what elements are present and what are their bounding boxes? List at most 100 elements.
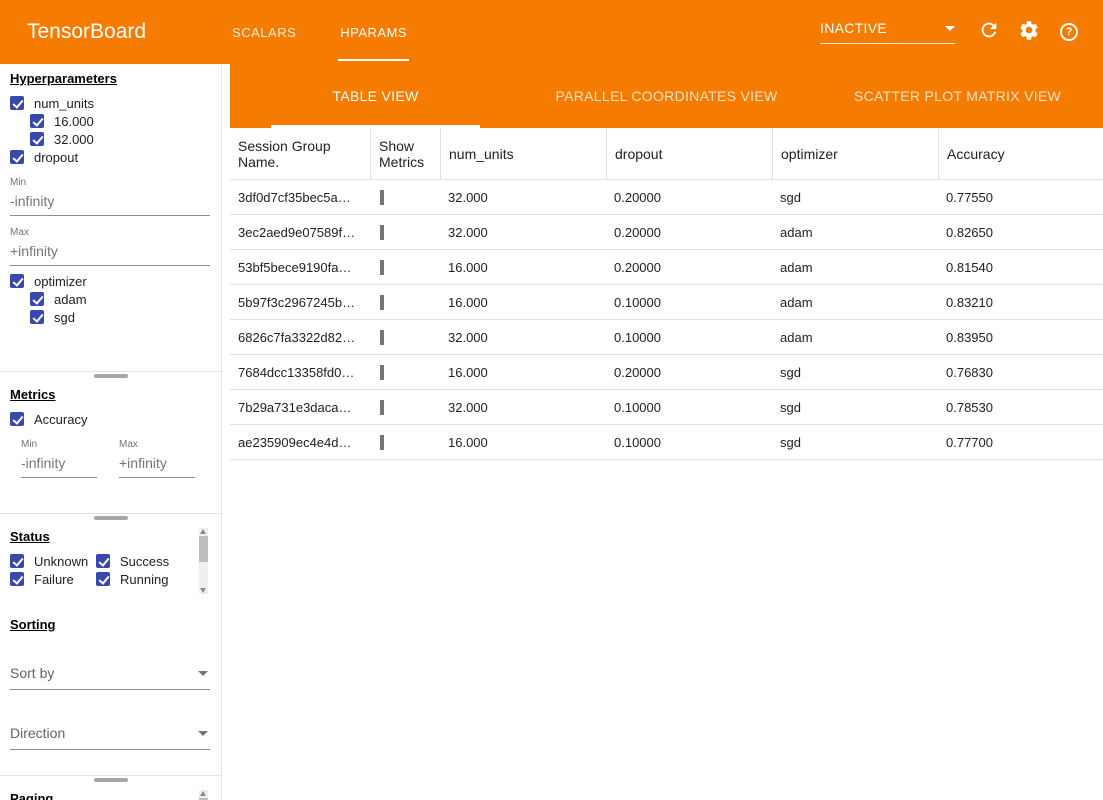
view-tabs: TABLE VIEW PARALLEL COORDINATES VIEW SCA… [230, 64, 1103, 128]
gear-icon [1018, 19, 1040, 46]
run-status-dropdown[interactable]: INACTIVE [820, 20, 955, 44]
scrollbar-thumb[interactable] [199, 536, 208, 562]
direction-select[interactable]: Direction [10, 718, 210, 750]
direction-value: Direction [10, 725, 65, 741]
show-metrics-checkbox[interactable] [380, 365, 384, 380]
dropout-min-input[interactable] [10, 188, 210, 216]
checkbox-label: optimizer [34, 274, 87, 289]
col-header-num-units[interactable]: num_units [440, 128, 606, 179]
scroll-up-icon[interactable] [200, 529, 206, 534]
checkbox-checked-icon[interactable] [10, 274, 24, 288]
help-button[interactable]: ? [1049, 12, 1089, 52]
status-options: Unknown Success Failure Running [10, 552, 209, 588]
checkbox-label: Success [120, 554, 169, 569]
settings-button[interactable] [1009, 12, 1049, 52]
tab-scalars[interactable]: SCALARS [210, 0, 318, 64]
checkbox-checked-icon[interactable] [10, 554, 24, 568]
dropout-max-input[interactable] [10, 238, 210, 266]
show-metrics-checkbox[interactable] [380, 190, 384, 205]
hparam-optimizer-option-adam[interactable]: adam [30, 290, 209, 308]
tab-hparams[interactable]: HPARAMS [318, 0, 429, 64]
section-resize-handle[interactable] [0, 775, 221, 784]
table-row: 7684dcc13358fd0… 16.000 0.20000 sgd 0.76… [230, 355, 1103, 390]
metric-accuracy[interactable]: Accuracy [10, 410, 209, 428]
checkbox-checked-icon[interactable] [10, 96, 24, 110]
section-resize-handle[interactable] [0, 371, 221, 380]
col-header-session-group-name[interactable]: Session Group Name. [230, 128, 370, 179]
checkbox-checked-icon[interactable] [10, 412, 24, 426]
reload-button[interactable] [969, 12, 1009, 52]
scroll-down-icon[interactable] [200, 588, 206, 593]
paging-heading: Paging [10, 791, 209, 800]
sort-by-value: Sort by [10, 665, 54, 681]
chevron-down-icon [198, 731, 208, 736]
dropout-cell: 0.20000 [606, 260, 772, 275]
dropout-cell: 0.10000 [606, 435, 772, 450]
section-resize-handle[interactable] [0, 513, 221, 522]
num-units-cell: 32.000 [440, 225, 606, 240]
checkbox-checked-icon[interactable] [96, 554, 110, 568]
hparam-num-units-option-16[interactable]: 16.000 [30, 112, 209, 130]
drag-handle-icon [94, 374, 128, 378]
show-metrics-checkbox[interactable] [380, 260, 384, 275]
session-groups-table: Session Group Name. Show Metrics num_uni… [230, 128, 1103, 800]
checkbox-checked-icon[interactable] [30, 132, 44, 146]
drag-handle-icon [94, 516, 128, 520]
paging-section: Paging Number of matching session groups… [0, 784, 221, 800]
status-success[interactable]: Success [96, 552, 192, 570]
table-row: 6826c7fa3322d82… 32.000 0.10000 adam 0.8… [230, 320, 1103, 355]
hparam-optimizer[interactable]: optimizer [10, 272, 209, 290]
status-failure[interactable]: Failure [10, 570, 96, 588]
metric-max-input[interactable] [119, 450, 195, 478]
checkbox-checked-icon[interactable] [30, 292, 44, 306]
accuracy-cell: 0.77550 [938, 190, 1103, 205]
checkbox-checked-icon[interactable] [30, 310, 44, 324]
tab-scatter-plot-matrix-view[interactable]: SCATTER PLOT MATRIX VIEW [812, 64, 1103, 128]
col-header-dropout[interactable]: dropout [606, 128, 772, 179]
dropout-cell: 0.10000 [606, 330, 772, 345]
show-metrics-checkbox[interactable] [380, 435, 384, 450]
tab-parallel-coordinates-view[interactable]: PARALLEL COORDINATES VIEW [521, 64, 812, 128]
scroll-up-icon[interactable] [200, 791, 206, 796]
checkbox-checked-icon[interactable] [96, 572, 110, 586]
checkbox-checked-icon[interactable] [30, 114, 44, 128]
app-title: TensorBoard [27, 20, 146, 44]
checkbox-label: adam [54, 292, 87, 307]
checkbox-label: dropout [34, 150, 78, 165]
status-unknown[interactable]: Unknown [10, 552, 96, 570]
hparam-optimizer-option-sgd[interactable]: sgd [30, 308, 209, 326]
hparam-num-units-option-32[interactable]: 32.000 [30, 130, 209, 148]
show-metrics-checkbox[interactable] [380, 400, 384, 415]
col-header-optimizer[interactable]: optimizer [772, 128, 938, 179]
col-header-accuracy[interactable]: Accuracy [938, 128, 1103, 179]
show-metrics-checkbox[interactable] [380, 225, 384, 240]
status-running[interactable]: Running [96, 570, 192, 588]
tab-table-view[interactable]: TABLE VIEW [230, 64, 521, 128]
session-group-name-cell: 3df0d7cf35bec5a… [230, 190, 370, 205]
checkbox-checked-icon[interactable] [10, 150, 24, 164]
checkbox-label: Running [120, 572, 168, 587]
dropout-cell: 0.10000 [606, 400, 772, 415]
show-metrics-checkbox[interactable] [380, 295, 384, 310]
hparam-num-units[interactable]: num_units [10, 94, 209, 112]
sort-by-select[interactable]: Sort by [10, 658, 210, 690]
table-row: 3ec2aed9e07589f… 32.000 0.20000 adam 0.8… [230, 215, 1103, 250]
metric-max-wrap: Max [119, 428, 195, 478]
hyperparameters-heading: Hyperparameters [10, 71, 209, 86]
page-content: Hyperparameters num_units 16.000 32.000 … [0, 64, 1103, 800]
accuracy-cell: 0.77700 [938, 435, 1103, 450]
metric-minmax-row: Min Max [21, 428, 209, 478]
topbar-actions: INACTIVE ? [820, 12, 1103, 52]
chevron-down-icon [198, 671, 208, 676]
session-group-name-cell: 53bf5bece9190fa… [230, 260, 370, 275]
session-group-name-cell: ae235909ec4e4d… [230, 435, 370, 450]
optimizer-cell: adam [772, 225, 938, 240]
col-header-show-metrics[interactable]: Show Metrics [370, 128, 440, 179]
checkbox-checked-icon[interactable] [10, 572, 24, 586]
metric-min-input[interactable] [21, 450, 97, 478]
paging-scrollbar[interactable] [199, 790, 208, 798]
status-scrollbar[interactable] [199, 528, 208, 594]
num-units-cell: 32.000 [440, 190, 606, 205]
hparam-dropout[interactable]: dropout [10, 148, 209, 166]
show-metrics-checkbox[interactable] [380, 330, 384, 345]
